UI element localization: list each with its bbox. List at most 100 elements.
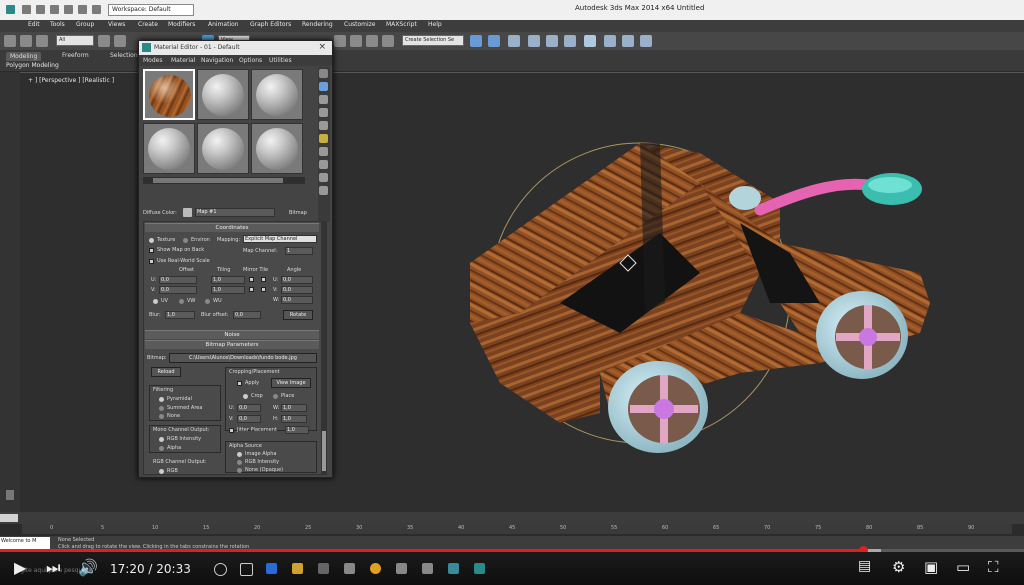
mono-alpha-radio[interactable] — [159, 446, 164, 451]
slot-scrollbar[interactable] — [143, 177, 305, 184]
tab-selection[interactable]: Selection — [110, 52, 138, 59]
real-world-scale-checkbox[interactable] — [149, 259, 154, 264]
u-offset-spinner[interactable]: 0,0 — [159, 276, 197, 284]
coordinates-rollout-header[interactable]: Coordinates — [145, 223, 319, 232]
link-icon[interactable] — [4, 35, 16, 47]
new-file-icon[interactable] — [22, 5, 31, 14]
menu-maxscript[interactable]: MAXScript — [386, 21, 417, 28]
u-tiling-spinner[interactable]: 1,0 — [211, 276, 245, 284]
menu-help[interactable]: Help — [428, 21, 442, 28]
layer-manager-icon[interactable] — [508, 35, 520, 47]
workspace-dropdown[interactable]: Workspace: Default — [108, 4, 194, 16]
align-icon[interactable] — [488, 35, 500, 47]
material-navigator-icon[interactable] — [319, 173, 328, 182]
rollout-scrollbar[interactable] — [321, 221, 327, 475]
u-angle-spinner[interactable]: 0,0 — [281, 276, 313, 284]
material-slot-5[interactable] — [197, 123, 249, 174]
project-folder-icon[interactable] — [92, 5, 101, 14]
blur-spinner[interactable]: 1,0 — [165, 311, 195, 319]
view-image-button[interactable]: View Image — [271, 378, 311, 388]
pick-material-icon[interactable] — [319, 186, 328, 195]
render-setup-icon[interactable] — [604, 35, 616, 47]
material-slot-2[interactable] — [197, 69, 249, 120]
bitmap-path-button[interactable]: C:\Users\Alunos\Downloads\fundo bode.jpg — [169, 353, 317, 363]
vw-radio[interactable] — [179, 299, 184, 304]
tab-modeling[interactable]: Modeling — [6, 52, 42, 61]
edge-icon[interactable] — [266, 563, 277, 574]
blur-offset-spinner[interactable]: 0,0 — [233, 311, 261, 319]
menu-customize[interactable]: Customize — [344, 21, 376, 28]
v-mirror-checkbox[interactable] — [249, 287, 254, 292]
me-menu-material[interactable]: Material — [171, 57, 195, 64]
wheel-rear-right[interactable] — [816, 291, 908, 379]
curve-editor-icon[interactable] — [546, 35, 558, 47]
alpha-rgb-intensity-radio[interactable] — [237, 460, 242, 465]
wu-radio[interactable] — [205, 299, 210, 304]
open-file-icon[interactable] — [36, 5, 45, 14]
rgb-output-radio[interactable] — [159, 469, 164, 474]
crop-u-spinner[interactable]: 0,0 — [237, 404, 261, 412]
select-by-name-icon[interactable] — [114, 35, 126, 47]
schematic-view-icon[interactable] — [564, 35, 576, 47]
save-file-icon[interactable] — [50, 5, 59, 14]
mail-icon[interactable] — [344, 563, 355, 574]
me-menu-options[interactable]: Options — [239, 57, 262, 64]
select-object-icon[interactable] — [98, 35, 110, 47]
wheel-front-left[interactable] — [608, 361, 708, 453]
file-explorer-icon[interactable] — [292, 563, 303, 574]
v-tile-checkbox[interactable] — [261, 287, 266, 292]
background-icon[interactable] — [319, 95, 328, 104]
material-editor-titlebar[interactable]: Material Editor - 01 - Default × — [139, 41, 332, 55]
make-preview-icon[interactable] — [319, 134, 328, 143]
render-production-icon[interactable] — [640, 35, 652, 47]
menu-edit[interactable]: Edit — [28, 21, 40, 28]
catapult-arm[interactable] — [754, 178, 874, 216]
menu-animation[interactable]: Animation — [208, 21, 239, 28]
tab-freeform[interactable]: Freeform — [62, 52, 89, 59]
menu-group[interactable]: Group — [76, 21, 94, 28]
u-mirror-checkbox[interactable] — [249, 277, 254, 282]
jitter-spinner[interactable]: 1,0 — [285, 426, 309, 434]
cortana-icon[interactable] — [214, 563, 227, 576]
me-menu-navigation[interactable]: Navigation — [201, 57, 233, 64]
menu-create[interactable]: Create — [138, 21, 158, 28]
subtitles-icon[interactable]: ▤ — [858, 558, 871, 574]
map-type-button[interactable]: Bitmap — [289, 210, 307, 216]
theater-mode-icon[interactable]: ▭ — [956, 558, 970, 576]
crop-radio[interactable] — [243, 394, 248, 399]
u-tile-checkbox[interactable] — [261, 277, 266, 282]
uv-radio[interactable] — [153, 299, 158, 304]
task-view-icon[interactable] — [240, 563, 253, 576]
app-icon[interactable] — [422, 563, 433, 574]
material-slot-6[interactable] — [251, 123, 303, 174]
store-icon[interactable] — [318, 563, 329, 574]
mirror-icon[interactable] — [470, 35, 482, 47]
noise-rollout-header[interactable]: Noise — [145, 330, 319, 339]
bind-space-warp-icon[interactable] — [36, 35, 48, 47]
map-channel-spinner[interactable]: 1 — [285, 247, 313, 255]
crop-v-spinner[interactable]: 0,0 — [237, 415, 261, 423]
undo-icon[interactable] — [64, 5, 73, 14]
percent-snap-icon[interactable] — [366, 35, 378, 47]
close-icon[interactable]: × — [318, 42, 326, 52]
unlink-icon[interactable] — [20, 35, 32, 47]
apply-checkbox[interactable] — [237, 381, 242, 386]
app-icon-2[interactable] — [448, 563, 459, 574]
texture-radio[interactable] — [149, 238, 154, 243]
material-editor-icon[interactable] — [584, 35, 596, 47]
material-slot-3[interactable] — [251, 69, 303, 120]
track-bar[interactable]: 0 5 10 15 20 25 30 35 40 45 50 55 60 65 … — [22, 524, 1012, 534]
menu-modifiers[interactable]: Modifiers — [168, 21, 195, 28]
backlight-icon[interactable] — [319, 82, 328, 91]
v-angle-spinner[interactable]: 0,0 — [281, 286, 313, 294]
selection-filter-dropdown[interactable]: All — [56, 35, 94, 46]
3dsmax-taskbar-icon[interactable] — [474, 563, 485, 574]
eyedropper-icon[interactable] — [183, 208, 192, 217]
spinner-snap-icon[interactable] — [382, 35, 394, 47]
v-tiling-spinner[interactable]: 1,0 — [211, 286, 245, 294]
v-offset-spinner[interactable]: 0,0 — [159, 286, 197, 294]
time-slider[interactable] — [0, 512, 1024, 524]
uv-tiling-icon[interactable] — [319, 108, 328, 117]
crop-h-spinner[interactable]: 1,0 — [281, 415, 307, 423]
w-angle-spinner[interactable]: 0,0 — [281, 296, 313, 304]
